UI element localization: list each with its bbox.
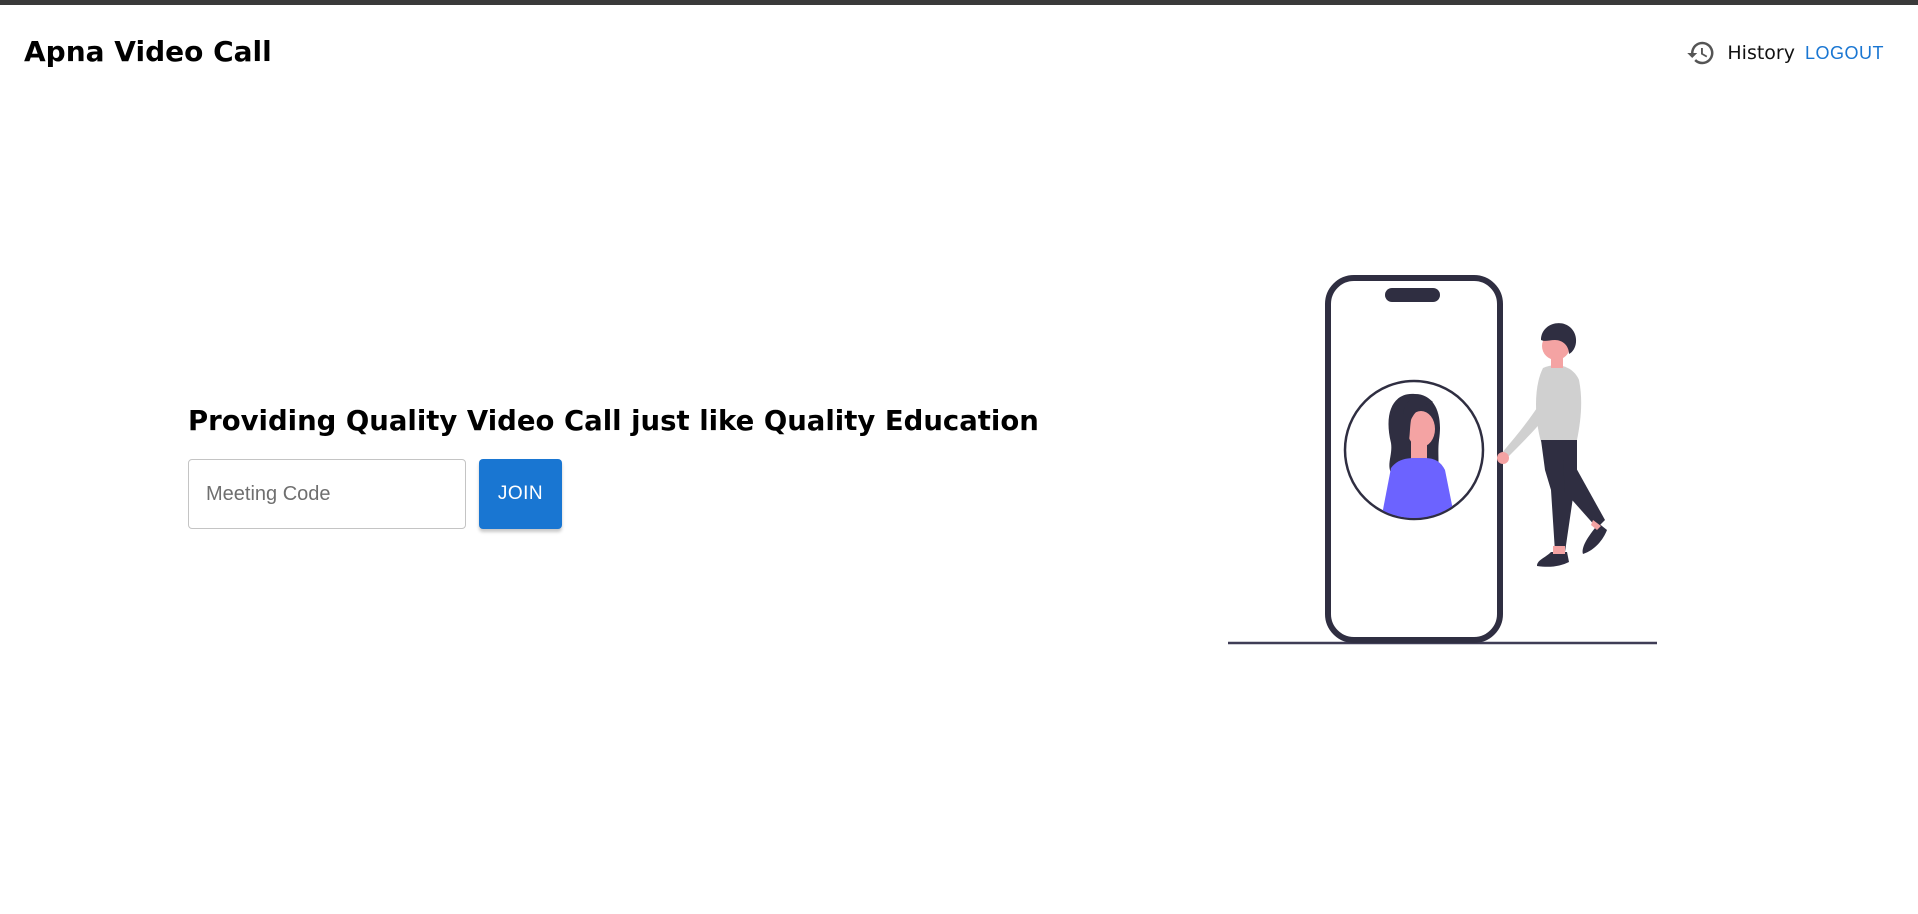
history-label: History	[1727, 42, 1795, 64]
avatar-in-call	[1343, 379, 1485, 521]
phone-notch	[1385, 288, 1440, 302]
join-button[interactable]: JOIN	[479, 459, 562, 529]
video-call-illustration	[1228, 275, 1657, 645]
standing-person	[1497, 323, 1607, 567]
meeting-code-input[interactable]	[188, 459, 466, 529]
app-title: Apna Video Call	[24, 35, 272, 68]
tagline-heading: Providing Quality Video Call just like Q…	[188, 405, 1039, 437]
nav-actions: History LOGOUT	[1686, 38, 1884, 68]
logout-button[interactable]: LOGOUT	[1805, 43, 1884, 64]
history-button[interactable]: History	[1686, 38, 1795, 68]
join-row: JOIN	[188, 459, 1039, 529]
join-meeting-panel: Providing Quality Video Call just like Q…	[188, 405, 1039, 529]
history-icon	[1687, 41, 1714, 65]
navbar: Apna Video Call History LOGOUT	[0, 5, 1918, 97]
